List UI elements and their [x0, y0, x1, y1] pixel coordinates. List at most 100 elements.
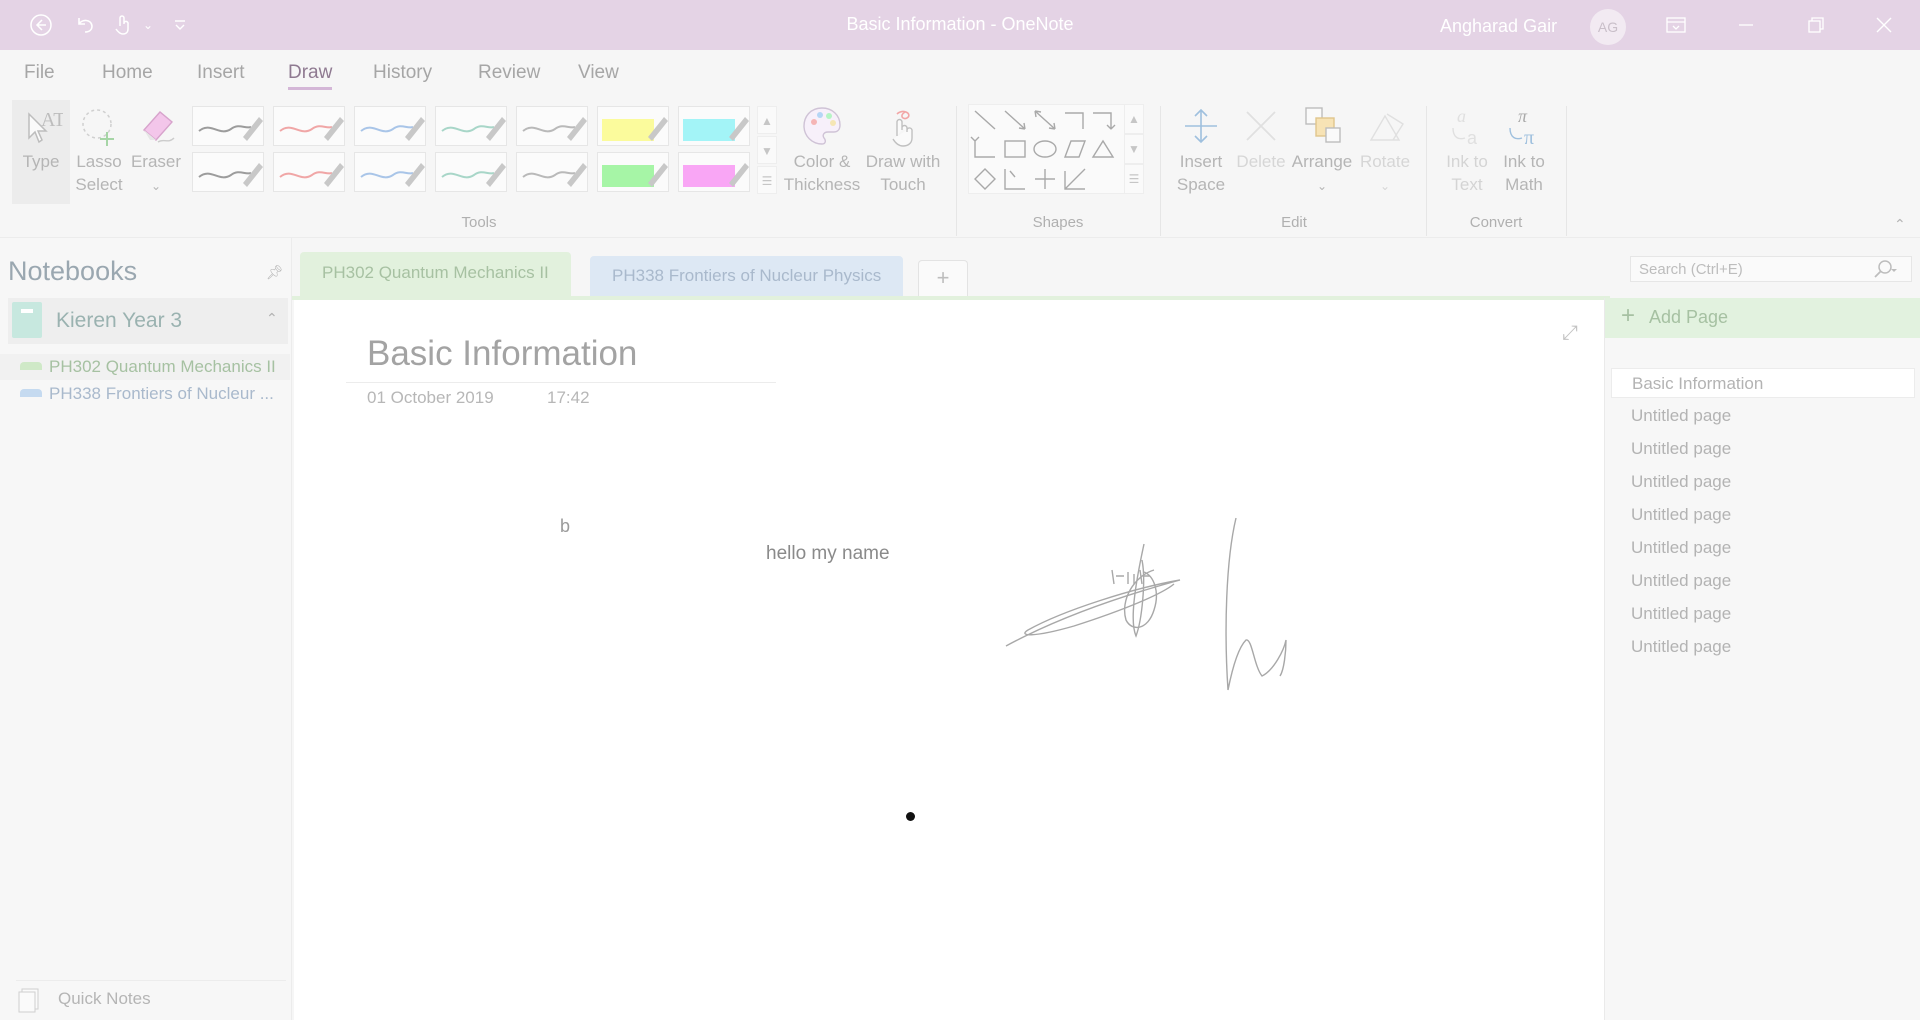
ribbon-display-options-icon[interactable]: [1646, 0, 1706, 50]
minimize-icon[interactable]: [1716, 0, 1776, 50]
page-item[interactable]: Untitled page: [1611, 632, 1915, 662]
page-item[interactable]: Untitled page: [1611, 500, 1915, 530]
pen-gallery-scroll-down[interactable]: ▼: [757, 136, 777, 164]
pen-icon: [198, 163, 263, 187]
pen-icon: [279, 117, 344, 141]
eraser-button[interactable]: Eraser ⌄: [130, 104, 182, 198]
search-input[interactable]: Search (Ctrl+E): [1639, 261, 1743, 278]
pen-gallery-more[interactable]: ☰: [757, 166, 777, 194]
section-tab[interactable]: PH302 Quantum Mechanics II: [300, 252, 571, 300]
shapes-gallery[interactable]: [968, 104, 1128, 194]
touch-mode-icon[interactable]: [108, 10, 138, 40]
convert-group-label: Convert: [1469, 214, 1523, 231]
shapes-scroll-up[interactable]: ▲: [1124, 104, 1144, 134]
arrange-button[interactable]: Arrange ⌄: [1290, 104, 1354, 198]
page-item[interactable]: Basic Information: [1611, 368, 1915, 398]
tab-history[interactable]: History: [373, 50, 432, 96]
section-label: PH302 Quantum Mechanics II: [49, 357, 276, 376]
notebook-item[interactable]: Kieren Year 3 ⌃: [8, 298, 288, 344]
highlighter-swatch[interactable]: [678, 152, 750, 192]
note-text[interactable]: b: [560, 516, 570, 537]
section-label: PH338 Frontiers of Nucleur ...: [49, 384, 274, 403]
add-page-label: Add Page: [1649, 307, 1729, 327]
pen-icon: [522, 163, 587, 187]
shapes-scroll-down[interactable]: ▼: [1124, 134, 1144, 164]
customize-toolbar-icon[interactable]: [170, 10, 190, 40]
touch-label-1: Draw with: [865, 152, 941, 171]
user-name[interactable]: Angharad Gair: [1440, 0, 1557, 50]
page-item[interactable]: Untitled page: [1611, 533, 1915, 563]
highlighter-swatch[interactable]: [678, 106, 750, 146]
eraser-dropdown-icon[interactable]: ⌄: [151, 179, 161, 193]
page-time: 17:42: [547, 388, 590, 407]
insert-space-label-1: Insert: [1179, 152, 1223, 171]
draw-with-touch-button[interactable]: Draw with Touch: [862, 104, 944, 196]
search-box[interactable]: Search (Ctrl+E): [1630, 256, 1912, 282]
tab-insert[interactable]: Insert: [197, 50, 245, 96]
page-canvas[interactable]: Basic Information 01 October 2019 17:42 …: [294, 300, 1604, 1020]
tab-file[interactable]: File: [24, 50, 55, 96]
pen-swatch[interactable]: [435, 152, 507, 192]
pen-swatch[interactable]: [354, 152, 426, 192]
page-item[interactable]: Untitled page: [1611, 599, 1915, 629]
avatar[interactable]: AG: [1590, 9, 1626, 45]
insert-space-button[interactable]: Insert Space: [1172, 104, 1230, 196]
eraser-icon: [142, 111, 175, 143]
type-button[interactable]: AT Type: [12, 100, 70, 204]
quick-notes[interactable]: Quick Notes: [16, 980, 286, 1013]
collapse-ribbon-icon[interactable]: ⌃: [1894, 216, 1906, 233]
page-item[interactable]: Untitled page: [1611, 434, 1915, 464]
back-icon[interactable]: [26, 10, 56, 40]
add-page-button[interactable]: + Add Page: [1605, 298, 1920, 338]
pen-swatch[interactable]: [273, 106, 345, 146]
rotate-dropdown-icon[interactable]: ⌄: [1380, 179, 1390, 193]
highlighter-swatch[interactable]: [597, 106, 669, 146]
undo-icon[interactable]: [70, 10, 100, 40]
page-item[interactable]: Untitled page: [1611, 467, 1915, 497]
ink-drawing[interactable]: [994, 480, 1614, 800]
add-section-button[interactable]: +: [918, 260, 968, 296]
chevron-up-icon[interactable]: ⌃: [266, 310, 278, 327]
pin-icon[interactable]: 📌︎: [266, 264, 284, 281]
touch-dropdown-icon[interactable]: ⌄: [140, 10, 156, 40]
tab-view[interactable]: View: [578, 50, 619, 96]
pen-swatch[interactable]: [516, 152, 588, 192]
rotate-icon: [1369, 113, 1404, 141]
delete-button[interactable]: Delete: [1234, 104, 1288, 173]
lasso-select-button[interactable]: Lasso Select: [72, 104, 126, 196]
arrange-dropdown-icon[interactable]: ⌄: [1317, 179, 1327, 193]
title-divider: [346, 382, 776, 383]
svg-text:π: π: [1524, 127, 1534, 148]
pen-swatch[interactable]: [273, 152, 345, 192]
highlighter-swatch[interactable]: [597, 152, 669, 192]
close-icon[interactable]: [1854, 0, 1914, 50]
ink-to-text-button[interactable]: aa Ink to Text: [1438, 104, 1496, 196]
pen-swatch[interactable]: [192, 152, 264, 192]
restore-icon[interactable]: [1786, 0, 1846, 50]
page-item[interactable]: Untitled page: [1611, 401, 1915, 431]
section-item[interactable]: PH302 Quantum Mechanics II: [0, 354, 290, 380]
window-title: Basic Information - OneNote: [846, 14, 1074, 34]
pen-swatch[interactable]: [192, 106, 264, 146]
pen-gallery-scroll-up[interactable]: ▲: [757, 106, 777, 134]
note-text[interactable]: hello my name: [766, 543, 890, 565]
pen-swatch[interactable]: [435, 106, 507, 146]
tab-review[interactable]: Review: [478, 50, 540, 96]
pen-swatch[interactable]: [354, 106, 426, 146]
color-thickness-button[interactable]: Color & Thickness: [782, 104, 862, 196]
ink-to-math-button[interactable]: ππ Ink to Math: [1496, 104, 1552, 196]
pen-swatch[interactable]: [516, 106, 588, 146]
page-title[interactable]: Basic Information: [367, 334, 637, 374]
page-item[interactable]: Untitled page: [1611, 566, 1915, 596]
palette-icon: [803, 107, 841, 145]
expand-icon[interactable]: ⤢: [1562, 322, 1578, 345]
section-tab[interactable]: PH338 Frontiers of Nucleur Physics: [590, 256, 904, 296]
tab-draw[interactable]: Draw: [288, 50, 333, 96]
rotate-button[interactable]: Rotate ⌄: [1356, 104, 1414, 198]
tab-home[interactable]: Home: [102, 50, 153, 96]
ink-dot[interactable]: [906, 812, 915, 821]
shapes-more[interactable]: ☰: [1124, 164, 1144, 194]
section-item[interactable]: PH338 Frontiers of Nucleur ...: [0, 381, 290, 407]
shapes-group-label: Shapes: [1032, 214, 1084, 231]
search-icon[interactable]: [1871, 259, 1899, 284]
